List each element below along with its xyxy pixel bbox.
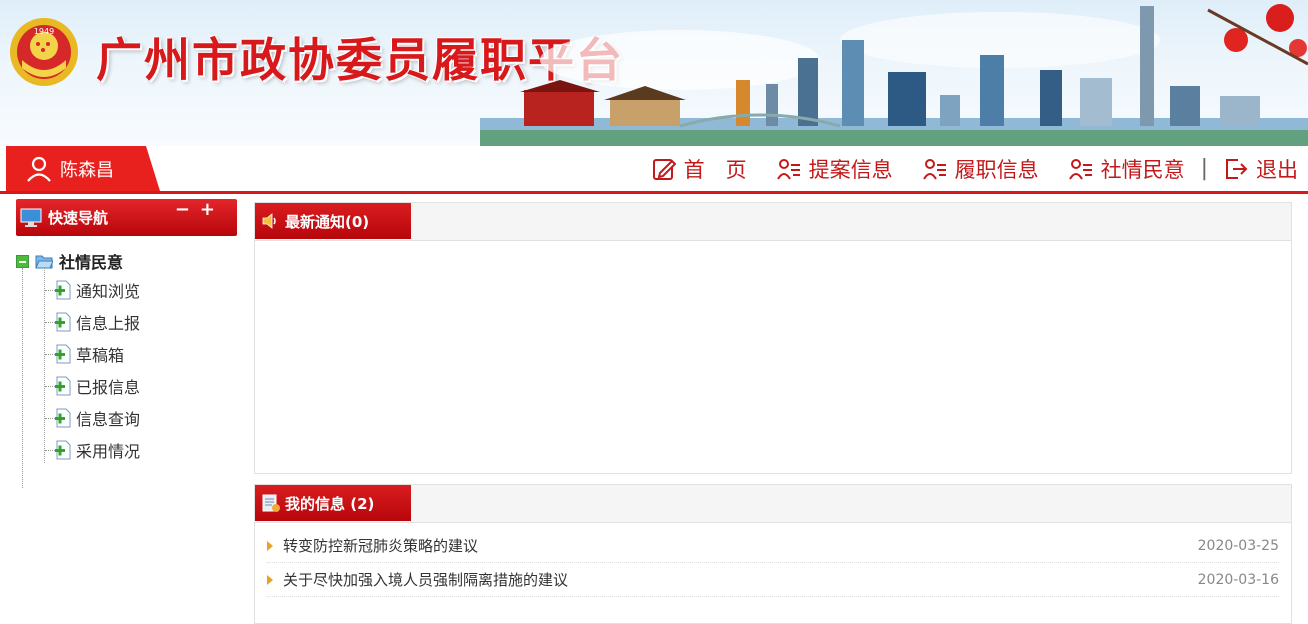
nav-proposal[interactable]: 提案信息 [776,154,893,184]
user-list-icon [922,158,946,180]
tree-item-label: 信息上报 [76,314,141,333]
info-date: 2020-03-25 [1197,537,1279,554]
tree-item-reported[interactable]: 已报信息 [16,370,238,402]
list-item-left: 关于尽快加强入境人员强制隔离措施的建议 [267,569,568,590]
my-info-title: 我的信息 (2) [285,494,375,513]
tree-item-adoption[interactable]: 采用情况 [16,434,238,466]
user-name: 陈森昌 [60,159,114,181]
nav-public-opinion[interactable]: 社情民意 [1068,154,1185,184]
nav-separator: | [1200,156,1208,181]
nav-proposal-label: 提案信息 [808,157,893,182]
logout-button[interactable]: 退出 [1224,154,1298,184]
doc-add-icon [55,376,71,396]
doc-add-icon [55,440,71,460]
bullet-arrow-icon [267,574,273,585]
logout-label: 退出 [1256,157,1298,182]
collapse-all-button[interactable]: − [175,199,200,220]
tree-item-label: 已报信息 [76,378,141,397]
doc-add-icon [55,344,71,364]
my-info-list: 转变防控新冠肺炎策略的建议 2020-03-25 关于尽快加强入境人员强制隔离措… [255,523,1291,597]
doc-add-icon [55,312,71,332]
tree-item-drafts[interactable]: 草稿箱 [16,338,238,370]
tree-item-label: 信息查询 [76,410,141,429]
tree-item-notice-browse[interactable]: 通知浏览 [16,274,238,306]
doc-add-icon [55,280,71,300]
monitor-icon [20,208,42,227]
user-list-icon [776,158,800,180]
nav-duty-label: 履职信息 [954,157,1039,182]
open-folder-icon [35,255,53,268]
cppcc-emblem-icon: 1949 [10,18,78,86]
quick-nav-title: 快速导航 [48,209,109,227]
svg-text:1949: 1949 [34,27,54,36]
nav-tree: 社情民意 通知浏览 信息上报 草稿箱 已报信息 信息查询 采用情况 [16,248,238,488]
quick-nav-header: 快速导航 −+ [16,199,237,236]
tree-item-label: 草稿箱 [76,346,125,365]
doc-add-icon [55,408,71,428]
tree-controls: −+ [175,199,225,220]
nav-home[interactable]: 首 页 [652,154,747,184]
info-title-link[interactable]: 关于尽快加强入境人员强制隔离措施的建议 [283,569,568,590]
city-skyline-image [480,6,1308,146]
header-banner: 1949 广州市政协委员履职平台 [0,0,1308,146]
nav-duty[interactable]: 履职信息 [922,154,1039,184]
my-info-tab[interactable]: 我的信息 (2) [255,485,411,521]
edit-icon [652,158,676,180]
tree-root-public-opinion[interactable]: 社情民意 [16,248,238,274]
info-title-link[interactable]: 转变防控新冠肺炎策略的建议 [283,535,478,556]
list-item: 转变防控新冠肺炎策略的建议 2020-03-25 [267,529,1279,563]
latest-notice-title: 最新通知(0) [285,212,370,231]
panel-header: 我的信息 (2) [255,485,1291,523]
list-item: 关于尽快加强入境人员强制隔离措施的建议 2020-03-16 [267,563,1279,597]
tree-root-label: 社情民意 [59,253,124,272]
list-item-left: 转变防控新冠肺炎策略的建议 [267,535,478,556]
bullet-arrow-icon [267,540,273,551]
expand-all-button[interactable]: + [200,199,225,220]
logout-icon [1226,158,1248,179]
tree-item-label: 通知浏览 [76,282,141,301]
latest-notice-panel: 最新通知(0) [254,202,1292,474]
nav-home-label: 首 页 [683,157,747,182]
user-list-icon [1068,158,1092,180]
nav-public-opinion-label: 社情民意 [1100,157,1185,182]
user-tab[interactable]: 陈森昌 [6,146,160,191]
tree-item-query[interactable]: 信息查询 [16,402,238,434]
info-date: 2020-03-16 [1197,571,1279,588]
collapse-node-icon[interactable] [16,254,29,268]
sidebar: 快速导航 −+ 社情民意 通知浏览 信息上报 草稿箱 已报信息 信息查询 采用情… [16,199,238,612]
tree-item-label: 采用情况 [76,442,141,461]
latest-notice-tab[interactable]: 最新通知(0) [255,203,411,239]
document-list-icon [262,494,280,512]
panel-header: 最新通知(0) [255,203,1291,241]
my-info-panel: 我的信息 (2) 转变防控新冠肺炎策略的建议 2020-03-25 关于尽快加强… [254,484,1292,624]
main-nav: 首 页 提案信息 履职信息 社情民意 | 退出 [622,146,1298,191]
user-icon [27,156,51,182]
speaker-icon [262,213,276,229]
kapok-flower-image [1207,4,1308,66]
tree-item-report-info[interactable]: 信息上报 [16,306,238,338]
top-navbar: 陈森昌 首 页 提案信息 履职信息 社情民意 | 退出 [0,146,1308,194]
